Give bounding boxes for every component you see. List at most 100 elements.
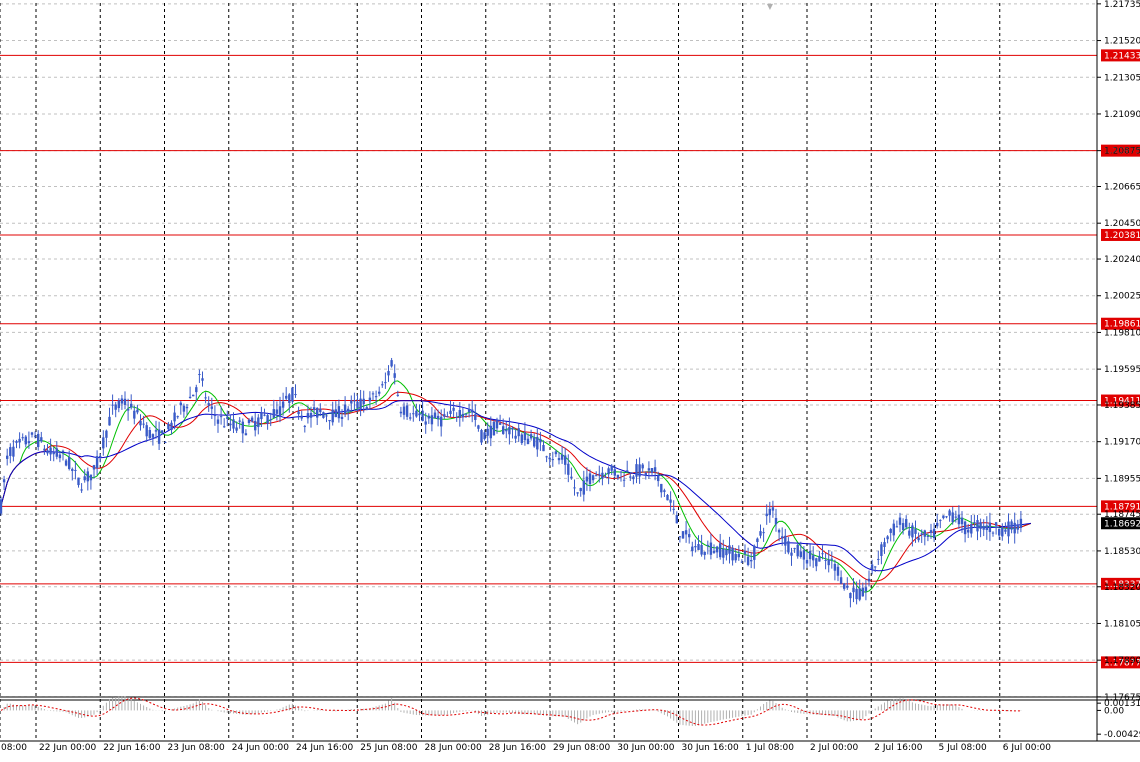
time-tick-label: 25 Jun 08:00 <box>360 743 417 753</box>
candle-body <box>892 523 895 536</box>
candle-body <box>998 528 1001 536</box>
candle-body <box>216 419 220 424</box>
candle-body <box>207 403 210 406</box>
candle-body <box>396 394 399 396</box>
candle-body <box>9 447 12 456</box>
candle-body <box>266 415 269 424</box>
candle-body <box>883 542 886 547</box>
candle-body <box>238 420 241 422</box>
candle-body <box>601 472 604 479</box>
candle-body <box>250 417 254 422</box>
candle-body <box>164 442 167 444</box>
candle-body <box>622 479 626 481</box>
candle-body <box>824 559 827 561</box>
price-tick-label: 1.21520 <box>1104 37 1140 47</box>
candle-body <box>108 416 111 426</box>
time-tick-label: 28 Jun 00:00 <box>425 743 482 753</box>
candle-body <box>917 537 920 541</box>
price-tick-label: 1.19810 <box>1104 328 1140 338</box>
candle-body <box>204 397 207 399</box>
candle-body <box>405 405 409 417</box>
candle-body <box>464 413 468 415</box>
candle-body <box>1007 521 1010 537</box>
candle-body <box>232 419 235 429</box>
candle-body <box>619 471 623 473</box>
candle-body <box>123 398 127 405</box>
candle-body <box>914 529 917 534</box>
candle-body <box>294 394 297 396</box>
time-tick-label: 28 Jun 16:00 <box>489 743 546 753</box>
candle-body <box>49 447 52 455</box>
level-price-label: 1.20381 <box>1104 231 1140 241</box>
candle-body <box>154 430 158 432</box>
candle-body <box>508 426 511 435</box>
candle-body <box>991 532 995 534</box>
candle-body <box>347 408 350 412</box>
candle-body <box>942 515 945 519</box>
candle-body <box>27 441 31 444</box>
candle-body <box>64 460 68 466</box>
candle-body <box>827 559 830 566</box>
candle-body <box>387 371 390 376</box>
candle-body <box>864 587 868 592</box>
candle-body <box>201 378 204 381</box>
price-tick-label: 1.21305 <box>1104 73 1140 83</box>
candle-body <box>83 476 86 481</box>
candle-body <box>936 522 939 527</box>
candle-body <box>694 546 697 548</box>
candle-body <box>725 549 728 556</box>
candle-body <box>849 592 852 599</box>
candle-body <box>12 446 15 457</box>
candle-body <box>672 508 675 510</box>
candle-body <box>393 373 396 378</box>
candle-body <box>68 457 71 469</box>
candle-body <box>774 517 778 525</box>
candle-body <box>285 395 288 399</box>
candle-body <box>126 408 130 411</box>
candle-body <box>176 416 179 418</box>
candle-body <box>638 464 641 477</box>
candle-body <box>905 519 908 528</box>
candle-body <box>613 469 616 476</box>
candle-body <box>1004 529 1007 532</box>
candle-body <box>133 410 136 419</box>
candle-body <box>762 532 765 534</box>
candle-body <box>802 550 806 560</box>
candle-body <box>759 531 762 536</box>
candle-body <box>402 406 406 415</box>
candle-body <box>874 566 877 568</box>
candle-body <box>421 410 424 422</box>
candle-body <box>55 448 58 457</box>
candle-body <box>812 555 815 561</box>
time-tick-label: 1 Jul 08:00 <box>746 743 795 753</box>
candle-body <box>728 545 731 554</box>
candle-body <box>709 542 713 555</box>
candle-body <box>157 429 161 444</box>
candle-body <box>449 410 452 415</box>
candle-body <box>502 426 505 434</box>
candle-body <box>21 437 24 439</box>
candle-body <box>430 415 434 425</box>
candle-body <box>570 476 573 478</box>
candle-body <box>994 522 998 526</box>
candle-body <box>688 534 691 538</box>
candle-body <box>539 438 542 443</box>
candle-body <box>793 548 796 550</box>
candle-body <box>433 412 437 419</box>
candle-body <box>644 472 647 476</box>
forex-chart[interactable]: 1.21433 1.20875 1.20381 1.19861 1.19411 1.187… <box>0 0 1140 758</box>
candle-body <box>830 558 833 560</box>
candle-body <box>588 473 592 485</box>
candle-body <box>740 561 744 563</box>
candle-body <box>675 515 678 524</box>
time-axis: 08:00 22 Jun 00:00 22 Jun 16:00 23 Jun 08:0… <box>1 743 1051 753</box>
candle-body <box>80 489 83 491</box>
candle-body <box>982 525 985 530</box>
candle-body <box>2 479 6 483</box>
price-tick-label: 1.18105 <box>1104 619 1140 629</box>
osc-tick-label: 0.00 <box>1104 706 1124 716</box>
candle-body <box>768 508 771 516</box>
candle-body <box>322 412 325 418</box>
candle-body <box>970 524 973 534</box>
candle-body <box>635 464 638 477</box>
